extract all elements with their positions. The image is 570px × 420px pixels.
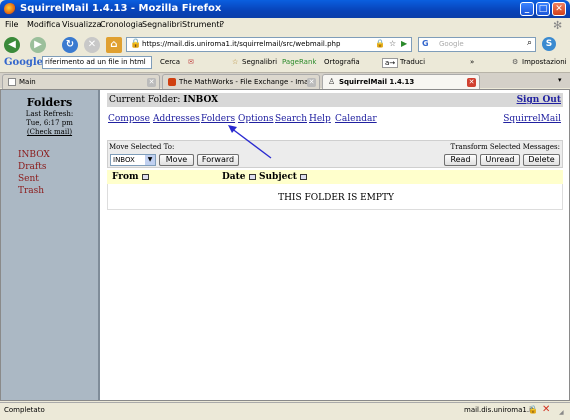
menu-cronologia[interactable]: Cronologia [100,20,143,29]
google-logo[interactable]: Google [4,57,43,68]
traduci-button[interactable]: Traduci [400,58,425,66]
lock-icon: 🔒 [130,39,142,49]
reload-icon[interactable]: ↻ [62,37,78,53]
go-icon[interactable]: ▶ [401,39,407,48]
maximize-button[interactable]: □ [536,2,550,16]
resize-grip-icon[interactable]: ◢ [559,409,564,416]
menu-help[interactable]: ? [220,20,224,29]
secure-lock-icon: 🔒 [528,405,538,414]
settings-icon[interactable]: ⚙ [512,58,518,66]
tab-main[interactable]: Main ✕ [2,74,160,89]
url-bar[interactable]: 🔒 https://mail.dis.uniroma1.it/squirrelm… [126,37,412,52]
search-box[interactable]: G Google ⌕ [418,37,536,52]
tab-label: Main [19,78,36,86]
page-icon [8,78,16,86]
throbber-icon: ✻ [553,19,563,32]
google-search-icon[interactable]: G [422,39,429,48]
menu-strumenti[interactable]: Strumenti [182,20,222,29]
google-toolbar: Google riferimento ad un file in html Ce… [0,55,570,71]
segnalibri-star-icon[interactable]: ☆ [232,58,238,66]
menu-segnalibri[interactable]: Segnalibri [142,20,182,29]
window-title-bar[interactable]: SquirrelMail 1.4.13 - Mozilla Firefox _ … [0,0,570,18]
search-placeholder: Google [439,40,464,48]
menu-visualizza[interactable]: Visualizza [62,20,101,29]
close-tab-icon[interactable]: ✕ [307,78,316,87]
close-tab-icon[interactable]: ✕ [467,78,476,87]
menu-bar: File Modifica Visualizza Cronologia Segn… [0,18,570,33]
tab-bar: Main ✕ The MathWorks - File Exchange - I… [0,72,570,89]
tab-list-icon[interactable]: ▾ [558,76,562,84]
tab-label: SquirrelMail 1.4.13 [339,78,415,86]
tab-squirrelmail[interactable]: ♙ SquirrelMail 1.4.13 ✕ [322,74,480,89]
mathworks-icon [168,78,176,86]
skype-icon[interactable]: S [542,37,556,51]
annotation-arrow [228,125,272,159]
blocked-icon[interactable]: ✕ [542,404,550,415]
home-icon[interactable]: ⌂ [106,37,122,53]
bookmark-star-icon[interactable]: ☆ [389,39,396,48]
window-title: SquirrelMail 1.4.13 - Mozilla Firefox [20,3,222,14]
menu-modifica[interactable]: Modifica [27,20,60,29]
translate-icon[interactable]: a→ [382,58,399,68]
firefox-icon [4,3,16,15]
tab-mathworks[interactable]: The MathWorks - File Exchange - Ima... ✕ [162,74,320,89]
url-text: https://mail.dis.uniroma1.it/squirrelmai… [142,40,341,48]
status-text: Completato [4,406,45,414]
back-icon[interactable]: ◀ [4,37,20,53]
close-tab-icon[interactable]: ✕ [147,78,156,87]
minimize-button[interactable]: _ [520,2,534,16]
status-domain: mail.dis.uniroma1.it [464,406,534,414]
ortografia-button[interactable]: Ortografia [324,58,360,66]
cerca-button[interactable]: Cerca [160,58,180,66]
menu-file[interactable]: File [5,20,18,29]
page-content: Folders Last Refresh: Tue, 6:17 pm (Chec… [0,89,570,401]
stop-icon[interactable]: ✕ [84,37,100,53]
search-icon[interactable]: ⌕ [527,38,532,48]
more-button[interactable]: » [470,58,474,66]
gmail-icon[interactable]: ✉ [188,58,194,66]
tab-label: The MathWorks - File Exchange - Ima... [179,78,316,86]
impostazioni-button[interactable]: Impostazioni [522,58,567,66]
site-lock-icon: 🔒 [375,39,385,48]
pagerank-indicator: PageRank [282,58,317,66]
squirrelmail-icon: ♙ [328,77,336,86]
forward-icon[interactable]: ▶ [30,37,46,53]
google-segnalibri-button[interactable]: Segnalibri [242,58,277,66]
close-button[interactable]: ✕ [552,2,566,16]
google-toolbar-search-input[interactable]: riferimento ad un file in html [42,56,152,69]
status-bar: Completato mail.dis.uniroma1.it 🔒 ✕ ◢ [0,402,570,420]
